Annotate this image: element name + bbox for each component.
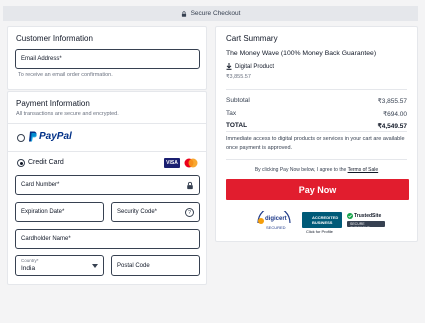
country-value: India [21,265,36,272]
postal-code-field[interactable]: Postal Code [111,255,200,276]
checkmark-icon [347,213,353,219]
payment-subtitle: All transactions are secure and encrypte… [16,111,119,117]
tax-label: Tax [226,110,237,117]
secure-checkout-bar: Secure Checkout [3,6,418,21]
expiration-date-field[interactable]: Expiration Date* [15,202,104,222]
customer-information-card: Customer Information Email Address* To r… [7,26,207,90]
terms-prefix: By clicking Pay Now below, I agree to th… [254,167,347,173]
total-row: TOTAL ₹4,549.57 [226,122,407,130]
bbb-sub: Click for Profile [306,229,333,234]
terms-link[interactable]: Terms of Sale [348,167,379,173]
pay-now-button[interactable]: Pay Now [226,179,409,200]
subtotal-row: Subtotal ₹3,855.57 [226,97,407,105]
credit-card-label[interactable]: Credit Card [28,159,64,166]
divider [8,123,206,124]
cardholder-name-label: Cardholder Name* [21,236,71,242]
postal-code-label: Postal Code [117,263,150,269]
security-code-label: Security Code* [117,209,158,215]
divider [226,131,407,132]
email-field[interactable]: Email Address* [15,49,200,69]
product-price: ₹3,855.57 [226,74,251,80]
subtotal-label: Subtotal [226,97,250,104]
digicert-label: digicert [265,216,287,222]
email-hint: To receive an email order confirmation. [18,72,113,78]
cardholder-name-field[interactable]: Cardholder Name* [15,229,200,249]
tax-value: ₹694.00 [382,111,407,118]
paypal-label: PayPal [39,131,72,142]
secure-checkout-label: Secure Checkout [190,10,241,17]
bbb-badge[interactable]: ACCREDITED BUSINESS Click for Profile [302,212,342,234]
credit-card-radio[interactable] [17,159,25,167]
paypal-icon [29,131,37,142]
tax-row: Tax ₹694.00 [226,110,407,118]
trustedsite-sub: SECURE CHECKOUT [350,222,370,230]
divider [8,151,206,152]
visa-icon: VISA [164,158,180,168]
subtotal-value: ₹3,855.57 [377,98,407,105]
customer-information-title: Customer Information [16,34,93,43]
cart-summary-title: Cart Summary [226,34,278,43]
paypal-radio[interactable] [17,134,25,142]
card-number-field[interactable]: Card Number* [15,175,200,195]
mastercard-icon [184,158,198,168]
digicert-sub: SECURED [266,225,286,230]
country-select[interactable]: Country* India [15,255,104,276]
email-label: Email Address* [21,56,62,62]
divider [226,89,407,90]
digicert-badge[interactable]: digicert SECURED [255,206,293,233]
payment-information-title: Payment Information [16,99,90,108]
download-icon [226,63,232,70]
info-icon[interactable]: ? [185,208,194,217]
total-label: TOTAL [226,122,248,129]
product-type-label: Digital Product [235,63,275,70]
product-type: Digital Product [226,63,274,70]
bbb-line2: BUSINESS [312,220,333,225]
product-title: The Money Wave (100% Money Back Guarante… [226,50,377,57]
trustedsite-badge[interactable]: TrustedSite SECURE CHECKOUT [347,212,385,230]
access-note: Immediate access to digital products or … [226,136,405,151]
lock-icon [187,181,193,190]
country-label: Country* [21,258,39,263]
cart-summary-card: Cart Summary The Money Wave (100% Money … [215,26,418,242]
terms-text: By clicking Pay Now below, I agree to th… [226,167,407,173]
payment-information-card: Payment Information All transactions are… [7,91,207,285]
expiration-date-label: Expiration Date* [21,209,65,215]
lock-icon [181,10,186,17]
total-value: ₹4,549.57 [377,123,407,130]
chevron-down-icon [92,264,98,268]
trustedsite-label: TrustedSite [354,213,382,219]
divider [226,159,407,160]
security-code-field[interactable]: Security Code* ? [111,202,200,222]
card-number-label: Card Number* [21,182,60,188]
paypal-option[interactable]: PayPal [28,131,72,142]
